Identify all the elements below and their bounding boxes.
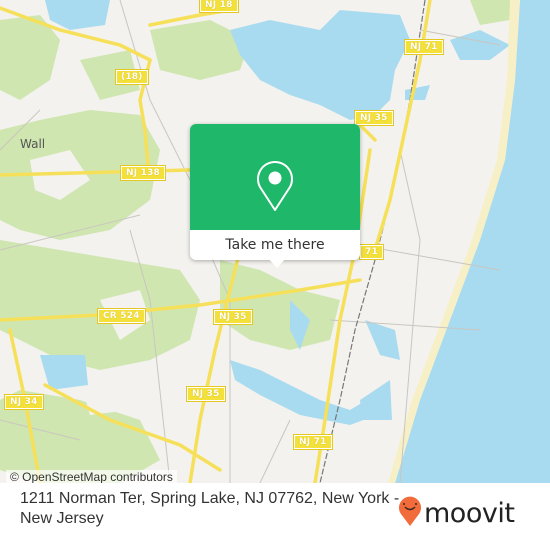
road-shield: NJ 35 (186, 386, 226, 402)
location-pin-icon (257, 161, 293, 211)
place-label-wall: Wall (20, 137, 46, 151)
road-shield: 71 (359, 244, 384, 260)
road-shield: NJ 71 (404, 39, 444, 55)
road-shield: CR 524 (97, 308, 146, 324)
road-shield: NJ 18 (199, 0, 239, 13)
moovit-wordmark: moovit (424, 498, 514, 529)
road-shield: NJ 71 (293, 434, 333, 450)
popup-tail (268, 258, 286, 268)
location-popup: Take me there (190, 124, 360, 268)
take-me-there-button[interactable]: Take me there (190, 230, 360, 260)
road-shield: NJ 138 (119, 165, 167, 181)
road-shield: (18) (115, 69, 149, 85)
road-shield: NJ 35 (354, 110, 394, 126)
address-text: 1211 Norman Ter, Spring Lake, NJ 07762, … (20, 490, 400, 527)
moovit-logo[interactable]: moovit (398, 494, 528, 530)
road-shield: NJ 34 (4, 394, 44, 410)
map-attribution[interactable]: © OpenStreetMap contributors (6, 470, 177, 483)
map-view[interactable]: Wall NJ 18 (18) NJ 71 NJ 35 NJ 138 71 CR… (0, 0, 550, 483)
popup-header (190, 124, 360, 230)
moovit-pin-icon (399, 496, 421, 526)
footer: 1211 Norman Ter, Spring Lake, NJ 07762, … (0, 483, 550, 550)
road-shield: NJ 35 (213, 309, 253, 325)
